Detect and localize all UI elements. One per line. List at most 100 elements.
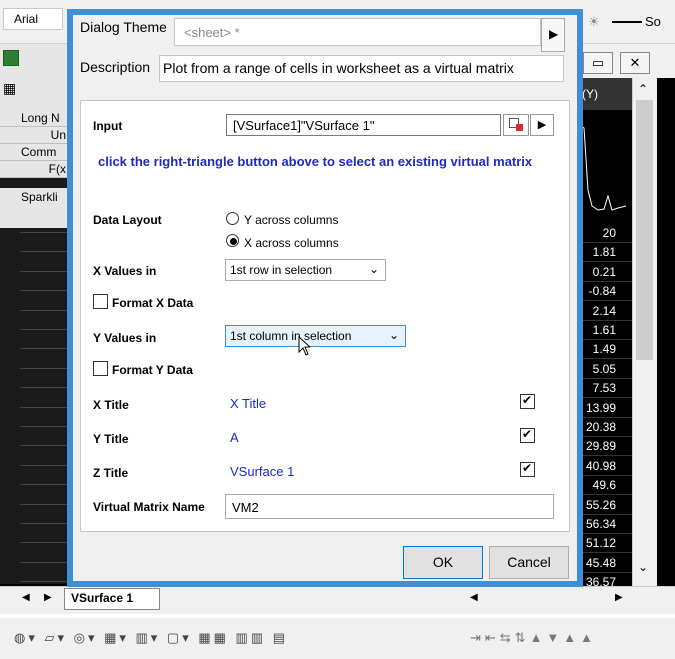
y-values-select[interactable]: 1st column in selection ⌄ [225,325,406,347]
row-header-long-name[interactable]: Long N [0,110,70,127]
x-title-value[interactable]: X Title [230,396,266,411]
column-cell[interactable]: 49.6 [578,476,632,496]
description-label: Description [80,59,151,75]
column-cell[interactable]: 7.53 [578,379,632,399]
line-style-icon[interactable] [612,21,642,23]
scroll-thumb[interactable] [636,100,653,360]
sheet-tab-vsurface[interactable]: VSurface 1 [64,588,160,610]
theme-menu-button[interactable]: ▶ [541,18,565,52]
column-cell[interactable]: 1.49 [578,340,632,360]
bottom-toolbar: ◍▾ ▱▾ ◎▾ ▦▾ ▥▾ ▢▾ ▦▦ ▥▥ ▤ ⇥⇤⇆⇅▲▼▲▲ [0,618,675,659]
select-all-icon[interactable]: ▦ [3,80,16,97]
grid-line [20,426,70,427]
worksheet-corner: ▦ [0,76,70,110]
y-title-label: Y Title [93,432,129,446]
row-header-units[interactable]: Un [0,127,70,144]
grid-line [20,561,70,563]
virtual-matrix-name-label: Virtual Matrix Name [93,500,205,514]
dialog-theme-combo[interactable]: <sheet> * [174,18,541,46]
input-label: Input [93,119,123,133]
hscroll-right-icon[interactable]: ▶ [615,592,623,603]
sheet-prev-icon[interactable]: ◀ [22,592,30,603]
column-cell[interactable]: 55.26 [578,495,632,515]
column-cell[interactable]: 40.98 [578,456,632,476]
close-button[interactable]: ✕ [620,52,650,74]
row-header-comments[interactable]: Comm [0,144,70,161]
scroll-up-icon[interactable]: ⌃ [638,82,648,96]
input-field[interactable]: [VSurface1]"VSurface 1" [226,114,501,136]
row-header-fx[interactable]: F(x [0,161,70,178]
x-values-selected: 1st row in selection [230,263,333,277]
column-cell[interactable]: 5.05 [578,359,632,379]
restore-button[interactable]: ▭ [583,52,613,74]
grid-line [20,484,70,486]
column-cell[interactable]: 29.89 [578,437,632,457]
grid-line [20,290,70,292]
grid-line [20,542,70,544]
sheet-next-icon[interactable]: ▶ [44,592,52,603]
data-layout-label: Data Layout [93,213,162,227]
format-y-label: Format Y Data [112,363,193,377]
worksheet-icon[interactable] [3,50,19,66]
column-cell[interactable]: 1.81 [578,243,632,263]
z-title-checkbox[interactable] [520,461,535,477]
z-title-value[interactable]: VSurface 1 [230,464,294,479]
virtual-matrix-name-input[interactable]: VM2 [225,494,554,519]
description-field[interactable]: Plot from a range of cells in worksheet … [159,55,564,82]
grid-line [20,503,70,505]
hscroll-left-icon[interactable]: ◀ [470,592,478,603]
column-cell[interactable]: 20 [578,224,632,243]
radio-y-across-columns[interactable] [226,212,239,225]
ok-button[interactable]: OK [403,546,483,579]
column-cell[interactable]: 0.21 [578,262,632,282]
plot-tools-icons[interactable]: ◍▾ ▱▾ ◎▾ ▦▾ ▥▾ ▢▾ ▦▦ ▥▥ ▤ [14,630,288,646]
range-select-marker-icon [516,124,523,131]
column-cell[interactable]: 56.34 [578,515,632,534]
format-x-label: Format X Data [112,296,194,310]
format-x-checkbox[interactable] [93,294,108,309]
mouse-cursor-icon [298,335,312,359]
sparkline-icon [579,124,627,211]
x-values-label: X Values in [93,264,157,278]
radio-y-across-columns-label: Y across columns [244,213,339,227]
dialog-theme-label: Dialog Theme [80,19,167,35]
column-header-y[interactable]: (Y) [578,78,632,110]
column-cell[interactable]: 45.48 [578,553,632,573]
grid-line [20,523,70,524]
column-cell[interactable]: 51.12 [578,534,632,554]
grid-line [20,367,70,369]
sparkline-area [578,110,632,220]
y-values-selected: 1st column in selection [230,329,352,343]
chevron-down-icon: ⌄ [388,328,399,342]
column-cell[interactable]: -0.84 [578,282,632,302]
grid-line [20,387,70,389]
grid-line [20,232,70,233]
triangle-right-icon: ▶ [537,119,547,131]
column-cell[interactable]: 20.38 [578,418,632,437]
cancel-button[interactable]: Cancel [489,546,569,579]
grid-line [20,445,70,447]
z-title-label: Z Title [93,466,129,480]
column-cell[interactable]: 2.14 [578,301,632,321]
grid-line [20,348,70,350]
format-y-checkbox[interactable] [93,361,108,376]
layer-tools-icons[interactable]: ⇥⇤⇆⇅▲▼▲▲ [470,630,597,646]
brightness-icon[interactable]: ☀ [588,14,600,30]
radio-x-across-columns[interactable] [226,234,239,247]
row-header-sparklines[interactable]: Sparkli [0,188,70,228]
column-cell[interactable]: 13.99 [578,398,632,418]
line-style-label: So [645,14,661,29]
grid-line [20,270,70,272]
x-values-select[interactable]: 1st row in selection ⌄ [225,259,386,281]
x-title-checkbox[interactable] [520,393,535,409]
scroll-down-icon[interactable]: ⌄ [638,560,648,574]
font-name-box[interactable]: Arial [3,8,63,30]
y-title-value[interactable]: A [230,430,239,445]
worksheet-header [0,44,70,76]
input-menu-button[interactable]: ▶ [530,114,554,136]
radio-x-across-columns-label: X across columns [244,236,339,250]
grid-line [20,406,70,408]
column-cell[interactable]: 1.61 [578,321,632,340]
y-title-checkbox[interactable] [520,427,535,443]
select-range-button[interactable] [503,114,529,136]
